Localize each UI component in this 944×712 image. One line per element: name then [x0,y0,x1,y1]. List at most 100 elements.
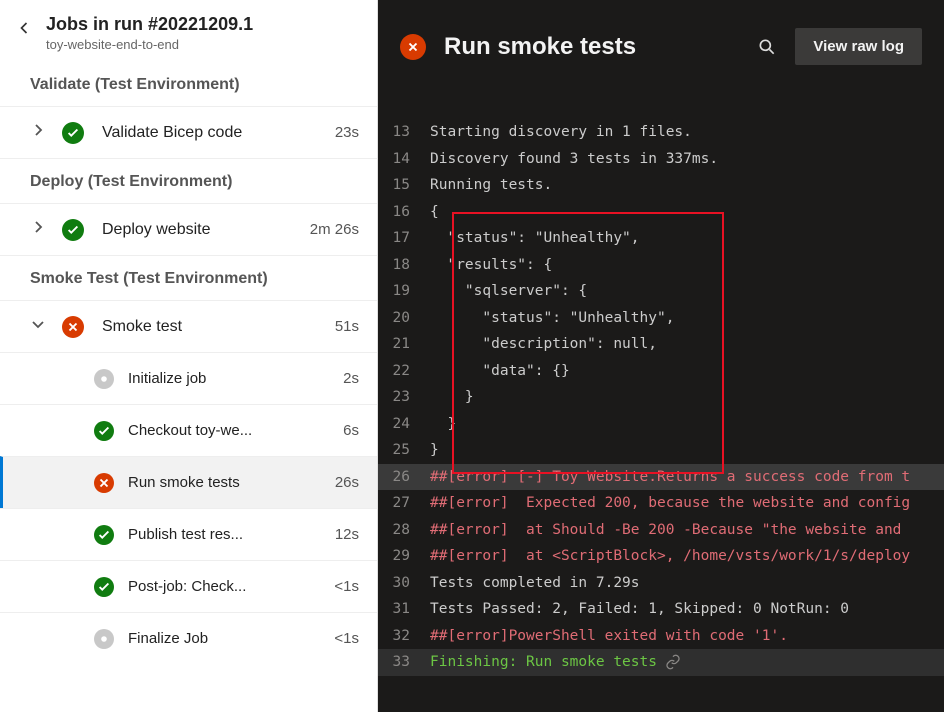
log-line: 28##[error] at Should -Be 200 -Because "… [378,517,944,544]
line-number: 20 [378,305,430,332]
step-duration: 12s [335,526,359,543]
line-number: 27 [378,490,430,517]
line-content: "description": null, [430,331,944,358]
line-content: Finishing: Run smoke tests [430,649,944,676]
fail-icon [62,316,84,338]
step-label: Publish test res... [128,526,335,543]
log-line: 20 "status": "Unhealthy", [378,305,944,332]
job-row[interactable]: Deploy website2m 26s [0,203,377,255]
log-line: 23 } [378,384,944,411]
fail-icon [400,34,426,60]
line-number: 28 [378,517,430,544]
line-content: } [430,411,944,438]
step-label: Checkout toy-we... [128,422,343,439]
success-icon [94,525,114,545]
step-duration: <1s [334,578,359,595]
step-label: Initialize job [128,370,343,387]
run-subtitle: toy-website-end-to-end [46,37,253,52]
log-line: 17 "status": "Unhealthy", [378,225,944,252]
line-number: 19 [378,278,430,305]
job-label: Deploy website [102,221,310,239]
back-icon[interactable] [14,18,34,38]
log-line: 26##[error] [-] Toy Website.Returns a su… [378,464,944,491]
log-line: 33Finishing: Run smoke tests [378,649,944,676]
chevron-right-icon[interactable] [30,219,48,240]
line-number: 22 [378,358,430,385]
step-row[interactable]: Initialize job2s [0,352,377,404]
search-icon[interactable] [757,37,777,57]
log-line: 13Starting discovery in 1 files. [378,119,944,146]
line-content: ##[error] at Should -Be 200 -Because "th… [430,517,944,544]
line-content: } [430,437,944,464]
step-label: Post-job: Check... [128,578,334,595]
job-duration: 23s [335,124,359,141]
line-number: 21 [378,331,430,358]
success-icon [94,421,114,441]
line-content: } [430,384,944,411]
chevron-down-icon[interactable] [30,316,48,337]
step-label: Run smoke tests [128,474,335,491]
line-number: 25 [378,437,430,464]
line-number: 13 [378,119,430,146]
skipped-icon [94,629,114,649]
line-number: 17 [378,225,430,252]
step-row[interactable]: Run smoke tests26s [0,456,377,508]
log-line: 21 "description": null, [378,331,944,358]
view-raw-log-button[interactable]: View raw log [795,28,922,65]
line-number: 24 [378,411,430,438]
step-duration: 6s [343,422,359,439]
line-number: 33 [378,649,430,676]
chevron-right-icon[interactable] [30,122,48,143]
line-number: 30 [378,570,430,597]
job-row[interactable]: Smoke test51s [0,300,377,352]
job-duration: 51s [335,318,359,335]
stage-header: Deploy (Test Environment) [0,158,377,203]
success-icon [62,122,84,144]
job-label: Smoke test [102,318,335,336]
line-number: 26 [378,464,430,491]
line-content: Tests completed in 7.29s [430,570,944,597]
log-title: Run smoke tests [444,33,739,61]
line-content: ##[error] Expected 200, because the webs… [430,490,944,517]
line-content: Running tests. [430,172,944,199]
line-number: 18 [378,252,430,279]
run-title: Jobs in run #20221209.1 [46,14,253,35]
job-duration: 2m 26s [310,221,359,238]
jobs-header: Jobs in run #20221209.1 toy-website-end-… [0,0,377,62]
log-line: 16{ [378,199,944,226]
step-row[interactable]: Post-job: Check...<1s [0,560,377,612]
jobs-panel: Jobs in run #20221209.1 toy-website-end-… [0,0,378,712]
log-panel: Run smoke tests View raw log 13Starting … [378,0,944,712]
log-line: 24 } [378,411,944,438]
log-line: 29##[error] at <ScriptBlock>, /home/vsts… [378,543,944,570]
line-content: ##[error] [-] Toy Website.Returns a succ… [430,464,944,491]
skipped-icon [94,369,114,389]
step-row[interactable]: Checkout toy-we...6s [0,404,377,456]
step-row[interactable]: Finalize Job<1s [0,612,377,664]
step-row[interactable]: Publish test res...12s [0,508,377,560]
line-number: 29 [378,543,430,570]
log-line: 32##[error]PowerShell exited with code '… [378,623,944,650]
step-label: Finalize Job [128,630,334,647]
line-content: { [430,199,944,226]
line-content: ##[error] at <ScriptBlock>, /home/vsts/w… [430,543,944,570]
log-header: Run smoke tests View raw log [378,0,944,83]
step-duration: 2s [343,370,359,387]
line-number: 16 [378,199,430,226]
job-row[interactable]: Validate Bicep code23s [0,106,377,158]
log-line: 31Tests Passed: 2, Failed: 1, Skipped: 0… [378,596,944,623]
log-line: 27##[error] Expected 200, because the we… [378,490,944,517]
log-line: 22 "data": {} [378,358,944,385]
step-duration: 26s [335,474,359,491]
line-number: 15 [378,172,430,199]
log-output[interactable]: 13Starting discovery in 1 files.14Discov… [378,83,944,712]
step-duration: <1s [334,630,359,647]
line-content: "status": "Unhealthy", [430,305,944,332]
log-line: 18 "results": { [378,252,944,279]
link-icon[interactable] [665,654,681,670]
line-content: "results": { [430,252,944,279]
success-icon [62,219,84,241]
log-line: 14Discovery found 3 tests in 337ms. [378,146,944,173]
log-line: 19 "sqlserver": { [378,278,944,305]
line-content: "status": "Unhealthy", [430,225,944,252]
